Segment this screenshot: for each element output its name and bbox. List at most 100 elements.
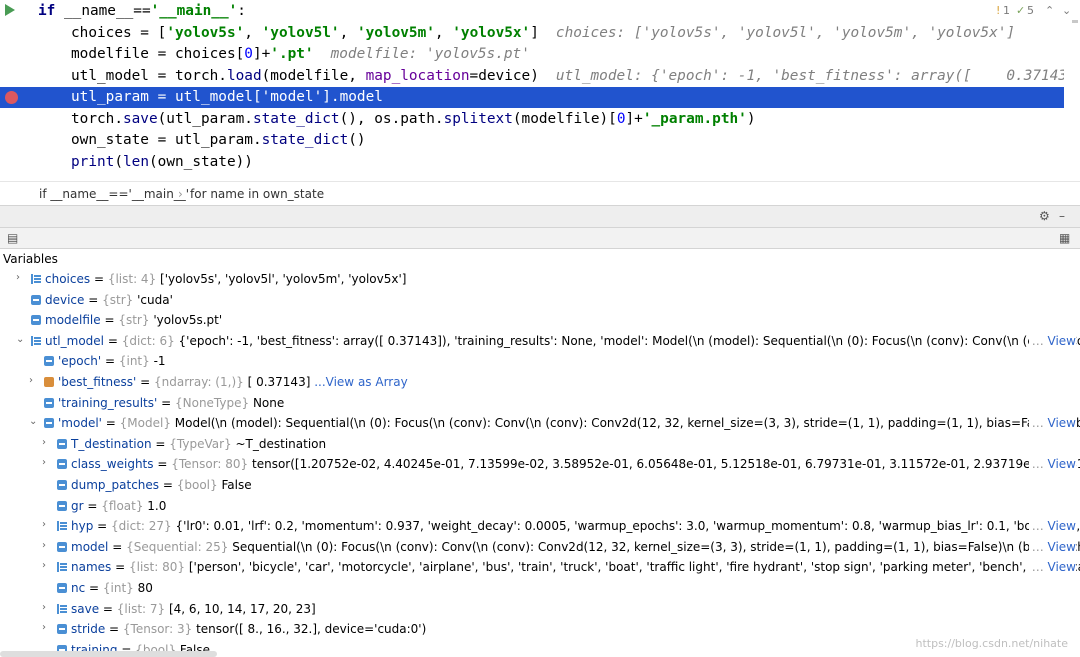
breadcrumb: if __name__=='__main__' › for name in ow…	[0, 181, 1080, 205]
variable-row[interactable]: gr = {float} 1.0	[0, 496, 1080, 517]
code-token: ()	[348, 132, 366, 148]
expand-arrow-icon[interactable]: ›	[42, 457, 46, 468]
frames-layout-icon[interactable]: ▤	[7, 231, 18, 245]
expand-arrow-icon[interactable]: ›	[29, 375, 33, 386]
variable-row[interactable]: › 'best_fitness' = {ndarray: (1,)} [ 0.37…	[0, 372, 1080, 393]
code-line-5-execution-point[interactable]: utl_param = utl_model['model'].model	[0, 87, 1064, 108]
code-line-1[interactable]: if __name__=='__main__':	[0, 1, 1064, 22]
ellipsis: …	[1031, 416, 1048, 431]
view-link[interactable]: … View	[1028, 457, 1076, 472]
code-editor[interactable]: if __name__=='__main__': choices = ['yol…	[0, 0, 1080, 181]
variable-type: {str}	[118, 313, 154, 328]
code-token: ]+	[625, 110, 643, 127]
code-token: 0	[244, 46, 253, 62]
equals-sign: =	[111, 560, 129, 575]
ellipsis: …	[1031, 539, 1048, 554]
variable-row[interactable]: › choices = {list: 4} ['yolov5s', 'yolov5…	[0, 269, 1080, 290]
code-line-6[interactable]: torch.save(utl_param.state_dict(), os.pa…	[0, 109, 1064, 130]
code-line-7[interactable]: own_state = utl_param.state_dict()	[0, 130, 1064, 151]
variable-row[interactable]: › T_destination = {TypeVar} ~T_destinatio…	[0, 434, 1080, 455]
code-token: state_dict	[252, 110, 340, 127]
code-token: (own_state))	[149, 153, 253, 170]
ellipsis: …	[1031, 333, 1048, 348]
debug-subtoolbar: ▤ ▦	[0, 227, 1080, 249]
expand-arrow-icon[interactable]: ›	[42, 622, 46, 633]
gear-icon[interactable]: ⚙	[1039, 209, 1050, 223]
equals-sign: =	[157, 395, 175, 410]
variable-row[interactable]: ⌄ 'model' = {Model} Model(\n (model): Seq…	[0, 413, 1080, 434]
variable-row[interactable]: 'epoch' = {int} -1	[0, 351, 1080, 372]
object-icon	[44, 418, 54, 429]
equals-sign: =	[101, 354, 119, 369]
inline-value-hint: choices: ['yolov5s', 'yolov5l', 'yolov5m…	[555, 24, 1016, 41]
collapse-arrow-icon[interactable]: ⌄	[16, 334, 24, 345]
variables-settings-icon[interactable]: ▦	[1059, 231, 1070, 245]
object-icon	[57, 541, 67, 552]
horizontal-scrollbar[interactable]	[0, 651, 217, 657]
variable-row[interactable]: device = {str} 'cuda'	[0, 290, 1080, 311]
breakpoint-icon[interactable]	[5, 91, 18, 104]
view-link[interactable]: … View	[1028, 560, 1076, 575]
view-as-array-link[interactable]: ...View as Array	[310, 375, 407, 389]
expand-arrow-icon[interactable]: ›	[42, 519, 46, 530]
breadcrumb-item-for-loop[interactable]: for name in own_state	[190, 187, 324, 201]
variable-content: class_weights = {Tensor: 80} tensor([1.2…	[71, 457, 1080, 471]
variables-tree[interactable]: › choices = {list: 4} ['yolov5s', 'yolov5…	[0, 269, 1080, 657]
variable-content: 'training_results' = {NoneType} None	[58, 396, 284, 410]
variable-name: stride	[71, 622, 106, 637]
view-link[interactable]: … View	[1028, 416, 1076, 431]
minimize-icon[interactable]: –	[1059, 209, 1065, 223]
equals-sign: =	[105, 622, 123, 637]
object-icon	[57, 583, 67, 593]
list-icon	[31, 274, 41, 284]
variables-title: Variables	[3, 252, 58, 266]
variable-name: nc	[71, 581, 86, 595]
variable-row[interactable]: modelfile = {str} 'yolov5s.pt'	[0, 310, 1080, 331]
code-token: 'yolov5s'	[166, 24, 245, 41]
scroll-marker[interactable]	[1072, 20, 1078, 23]
variable-value: -1	[153, 354, 166, 369]
variable-row[interactable]: › class_weights = {Tensor: 80} tensor([1.…	[0, 454, 1080, 475]
expand-arrow-icon[interactable]: ›	[42, 437, 46, 448]
expand-arrow-icon[interactable]: ›	[16, 272, 20, 283]
view-link[interactable]: … View	[1028, 539, 1076, 554]
code-line-3[interactable]: modelfile = choices[0]+'.pt' modelfile: '…	[0, 44, 1064, 65]
breadcrumb-item-if-main[interactable]: if __name__=='__main__'	[39, 187, 189, 201]
variable-type: {NoneType}	[174, 395, 253, 410]
object-icon	[57, 480, 67, 490]
expand-arrow-icon[interactable]: ›	[42, 602, 46, 613]
variable-row[interactable]: 'training_results' = {NoneType} None	[0, 393, 1080, 414]
variable-row[interactable]: ⌄ utl_model = {dict: 6} {'epoch': -1, 'be…	[0, 331, 1080, 352]
code-line-2[interactable]: choices = ['yolov5s', 'yolov5l', 'yolov5…	[0, 23, 1064, 44]
variable-row[interactable]: dump_patches = {bool} False	[0, 475, 1080, 496]
variable-name: model	[71, 539, 109, 554]
variable-row[interactable]: › save = {list: 7} [4, 6, 10, 14, 17, 20,…	[0, 599, 1080, 620]
chevron-down-icon[interactable]: ⌄	[1062, 4, 1071, 17]
code-token: map_location	[365, 67, 470, 84]
variable-name: 'model'	[58, 416, 102, 431]
weak-warning-icon[interactable]: ✓	[1016, 4, 1025, 17]
view-link[interactable]: … View	[1028, 519, 1076, 534]
warning-icon[interactable]: !	[996, 4, 1000, 17]
variable-type: {Model}	[119, 416, 175, 431]
code-token: '__main__'	[150, 3, 238, 19]
code-line-4[interactable]: utl_model = torch.load(modelfile, map_lo…	[0, 66, 1064, 87]
variable-row[interactable]: › model = {Sequential: 25} Sequential(\n …	[0, 537, 1080, 558]
variable-type: {ndarray: (1,)}	[154, 375, 248, 389]
expand-arrow-icon[interactable]: ›	[42, 540, 46, 551]
code-token: print	[71, 153, 115, 170]
code-line-8[interactable]: print(len(own_state))	[0, 152, 1064, 173]
object-icon	[31, 315, 41, 326]
variable-content: 'epoch' = {int} -1	[58, 354, 166, 368]
variable-row[interactable]: nc = {int} 80	[0, 578, 1080, 599]
equals-sign: =	[104, 333, 122, 348]
expand-arrow-icon[interactable]: ›	[42, 560, 46, 571]
variable-value: 'yolov5s.pt'	[153, 313, 223, 328]
view-link[interactable]: … View	[1028, 333, 1076, 348]
chevron-up-icon[interactable]: ⌃	[1045, 4, 1054, 17]
collapse-arrow-icon[interactable]: ⌄	[29, 416, 37, 427]
code-token: (modelfile)[	[512, 110, 617, 127]
variable-row[interactable]: › hyp = {dict: 27} {'lr0': 0.01, 'lrf': 0…	[0, 516, 1080, 537]
variable-row[interactable]: › names = {list: 80} ['person', 'bicycle'…	[0, 557, 1080, 578]
variable-name: 'best_fitness'	[58, 375, 137, 389]
